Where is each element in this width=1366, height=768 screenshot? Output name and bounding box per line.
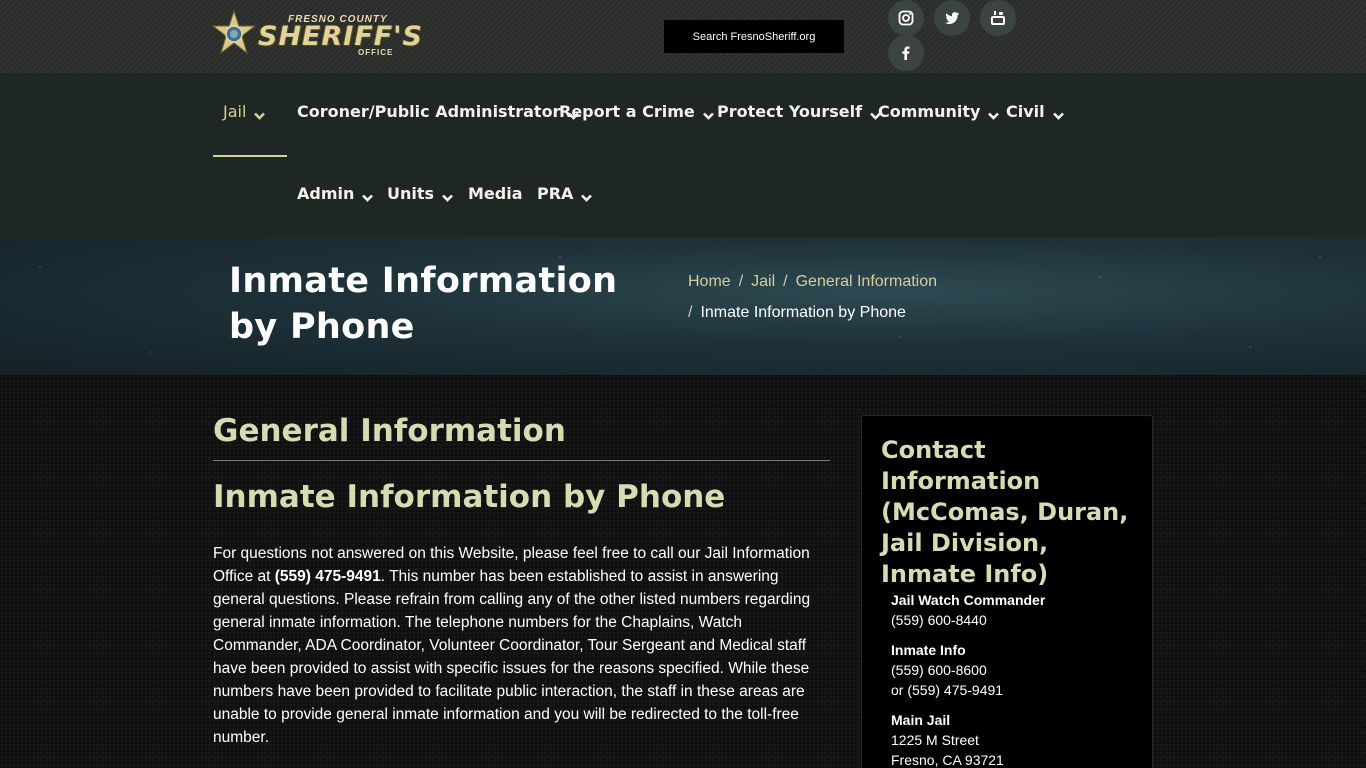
nav-label: PRA [537, 183, 574, 203]
breadcrumb-home[interactable]: Home [688, 273, 731, 290]
sidebar-title: Contact Information (McComas, Duran, Jai… [881, 436, 1129, 588]
main-nav: Jail Coroner/Public Administrator Report… [0, 73, 1366, 237]
logo-wordmark: FRESNO COUNTY SHERIFF'S OFFICE [258, 10, 428, 57]
breadcrumb-general-information[interactable]: General Information [796, 273, 937, 290]
chevron-down-icon [1052, 105, 1064, 120]
nav-label: Units [387, 183, 435, 203]
article-title: Inmate Information by Phone [213, 479, 726, 515]
nav-item-media[interactable]: Media [468, 173, 523, 213]
twitter-icon [945, 12, 959, 25]
chevron-down-icon [442, 187, 453, 202]
nav-label: Civil [1006, 101, 1045, 121]
active-nav-indicator [213, 155, 287, 157]
facebook-link[interactable] [888, 35, 924, 71]
nav-item-pra[interactable]: PRA [537, 173, 593, 213]
logo-sheriff-text: SHERIFF'S [258, 21, 423, 52]
nav-label: Jail [223, 101, 247, 121]
page-title: Inmate Information by Phone [229, 261, 618, 347]
breadcrumb-jail[interactable]: Jail [751, 273, 775, 290]
section-divider [213, 460, 830, 461]
nav-item-admin[interactable]: Admin [297, 173, 374, 213]
nav-label: Report a Crime [559, 101, 695, 121]
youtube-icon [991, 11, 1005, 25]
nav-item-civil[interactable]: Civil [1006, 91, 1064, 131]
section-title: General Information [213, 413, 566, 449]
chevron-down-icon [362, 187, 374, 202]
top-header: FRESNO COUNTY SHERIFF'S OFFICE Search Fr… [0, 0, 1366, 73]
chevron-down-icon [702, 105, 714, 120]
contact-address-street: 1225 M Street [891, 732, 979, 748]
nav-item-community[interactable]: Community [878, 91, 1000, 131]
instagram-icon [898, 10, 914, 26]
breadcrumb: Home / Jail / General Information / Inmate In… [688, 273, 938, 321]
nav-item-jail[interactable]: Jail [223, 91, 266, 131]
jail-info-phone[interactable]: (559) 475-9491 [275, 568, 381, 585]
contact-phone-alt[interactable]: or (559) 475-9491 [891, 680, 1141, 700]
nav-item-units[interactable]: Units [387, 173, 453, 213]
youtube-link[interactable] [980, 0, 1016, 36]
facebook-icon [902, 46, 910, 60]
chevron-down-icon [254, 105, 266, 120]
nav-item-protect-yourself[interactable]: Protect Yourself [717, 91, 881, 131]
contact-main-jail: Main Jail 1225 M Street Fresno, CA 93721 [891, 710, 1141, 768]
chevron-down-icon [988, 105, 1000, 120]
sheriff-logo[interactable]: FRESNO COUNTY SHERIFF'S OFFICE [211, 8, 428, 58]
nav-label: Admin [297, 183, 355, 203]
logo-office-text: OFFICE [358, 48, 394, 57]
twitter-link[interactable] [934, 0, 970, 36]
contact-phone[interactable]: (559) 600-8440 [891, 610, 1141, 630]
nav-label: Coroner/Public Administrator [297, 101, 561, 121]
contact-inmate-info: Inmate Info (559) 600-8600 or (559) 475-… [891, 640, 1141, 700]
contact-address-city: Fresno, CA 93721 [891, 752, 1004, 768]
nav-item-report-crime[interactable]: Report a Crime [559, 91, 714, 131]
nav-label: Protect Yourself [717, 101, 863, 121]
sheriff-star-icon [211, 9, 257, 56]
article-body: For questions not answered on this Websi… [213, 545, 811, 746]
search-button[interactable]: Search FresnoSheriff.org [664, 20, 844, 53]
chevron-down-icon [581, 187, 593, 202]
contact-jail-watch-commander: Jail Watch Commander (559) 600-8440 [891, 590, 1141, 630]
breadcrumb-current: Inmate Information by Phone [700, 304, 906, 321]
page-banner [0, 237, 1366, 375]
nav-label: Community [878, 101, 981, 121]
contact-phone[interactable]: (559) 600-8600 [891, 660, 1141, 680]
nav-item-coroner[interactable]: Coroner/Public Administrator [297, 91, 580, 131]
instagram-link[interactable] [888, 0, 924, 36]
nav-label: Media [468, 183, 523, 203]
